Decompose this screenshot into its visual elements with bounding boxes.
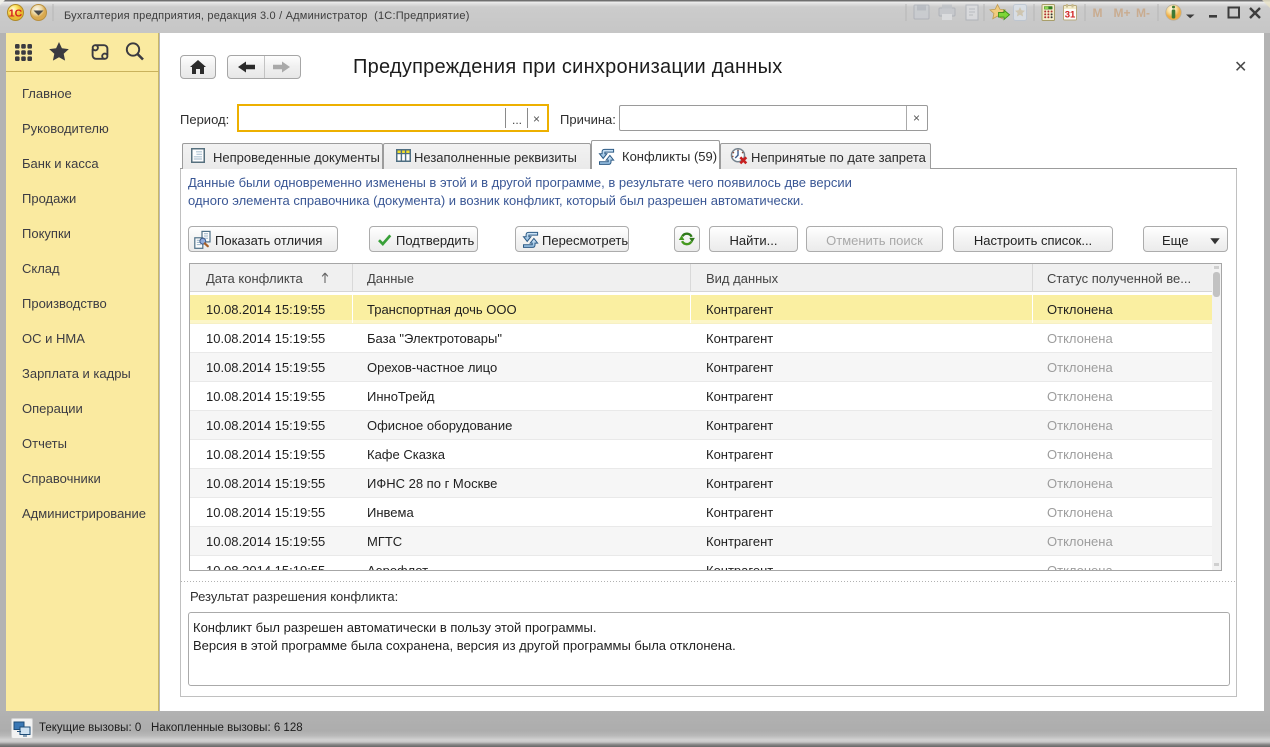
svg-text:31: 31 (1065, 10, 1076, 21)
svg-text:M-: M- (1136, 6, 1150, 20)
svg-text:M+: M+ (1114, 6, 1131, 20)
svg-text:M: M (1093, 6, 1103, 20)
svg-text:1C: 1C (9, 8, 23, 20)
